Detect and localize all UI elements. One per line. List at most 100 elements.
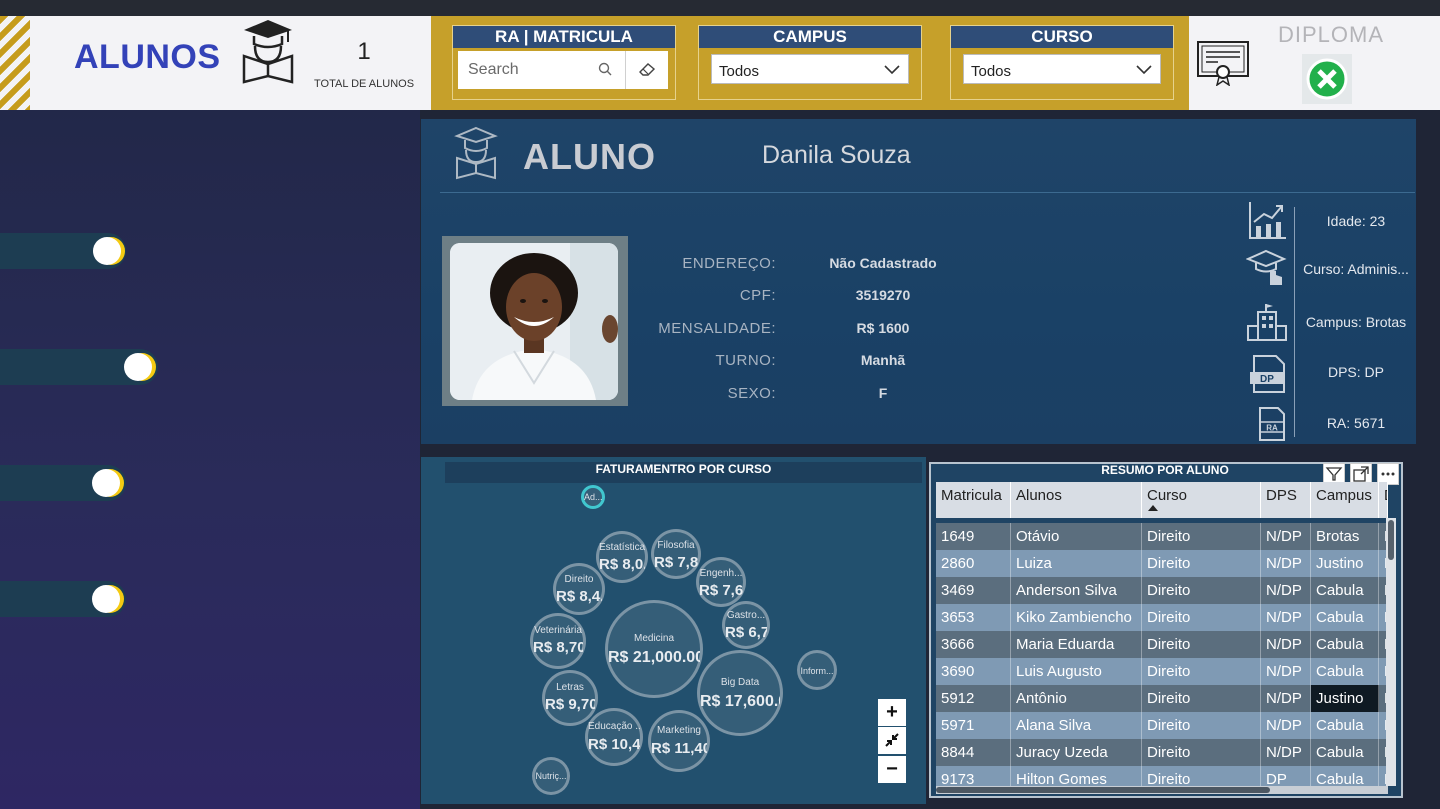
- vertical-scroll-thumb[interactable]: [1388, 520, 1394, 560]
- bubble-gastronomia[interactable]: Gastro... R$ 6,7...: [722, 601, 770, 649]
- expand-icon[interactable]: [1351, 464, 1371, 484]
- bubble-nutricao[interactable]: Nutriç...: [532, 757, 570, 795]
- more-icon[interactable]: [1378, 464, 1398, 484]
- table-row[interactable]: 3469Anderson SilvaDireitoN/DPCabulaD: [936, 577, 1388, 604]
- cell-dps[interactable]: N/DP: [1261, 739, 1311, 766]
- cell-aluno[interactable]: Otávio: [1011, 523, 1142, 550]
- zoom-fit-button[interactable]: [878, 727, 906, 754]
- cell-campus[interactable]: Cabula: [1311, 631, 1379, 658]
- cell-matricula[interactable]: 8844: [936, 739, 1011, 766]
- cell-aluno[interactable]: Anderson Silva: [1011, 577, 1142, 604]
- cell-curso[interactable]: Direito: [1142, 604, 1261, 631]
- cell-matricula[interactable]: 3666: [936, 631, 1011, 658]
- chevron-down-icon[interactable]: [884, 63, 900, 75]
- cell-curso[interactable]: Direito: [1142, 577, 1261, 604]
- table-row[interactable]: 3653Kiko ZambienchoDireitoN/DPCabulaD: [936, 604, 1388, 631]
- cell-campus[interactable]: Brotas: [1311, 523, 1379, 550]
- bubble-veterinaria[interactable]: Veterinária R$ 8,70...: [530, 613, 586, 669]
- chevron-down-icon[interactable]: [1136, 63, 1152, 75]
- nav-toggle-4-knob[interactable]: [92, 585, 120, 613]
- bubble-educacao[interactable]: Educação ... R$ 10,4...: [585, 708, 643, 766]
- cell-campus[interactable]: Justino: [1311, 550, 1379, 577]
- bubble-direito[interactable]: Direito R$ 8,4...: [553, 563, 605, 615]
- cell-campus[interactable]: Cabula: [1311, 658, 1379, 685]
- col-header-dps[interactable]: DPS: [1261, 482, 1311, 518]
- cell-aluno[interactable]: Maria Eduarda: [1011, 631, 1142, 658]
- cell-campus[interactable]: Cabula: [1311, 739, 1379, 766]
- certificate-icon[interactable]: [1196, 40, 1250, 86]
- field-label-mensalidade: MENSALIDADE:: [658, 320, 776, 337]
- ra-search-box[interactable]: Search: [458, 51, 668, 89]
- bubble-administracao[interactable]: Ad...: [581, 485, 605, 509]
- cell-dps[interactable]: N/DP: [1261, 604, 1311, 631]
- table-row[interactable]: 3666Maria EduardaDireitoN/DPCabulaD: [936, 631, 1388, 658]
- nav-toggle-3-knob[interactable]: [92, 469, 120, 497]
- table-row[interactable]: 8844Juracy UzedaDireitoN/DPCabulaD: [936, 739, 1388, 766]
- cell-aluno[interactable]: Alana Silva: [1011, 712, 1142, 739]
- campus-dropdown[interactable]: Todos: [711, 54, 909, 84]
- nav-toggle-1-knob[interactable]: [93, 237, 121, 265]
- campus-filter: CAMPUS Todos: [698, 25, 922, 100]
- svg-text:DP: DP: [1260, 374, 1274, 385]
- cell-dps[interactable]: N/DP: [1261, 631, 1311, 658]
- bubble-marketing[interactable]: Marketing R$ 11,40...: [648, 710, 710, 772]
- col-header-alunos[interactable]: Alunos: [1011, 482, 1142, 518]
- cell-dps[interactable]: N/DP: [1261, 523, 1311, 550]
- cell-aluno[interactable]: Luis Augusto: [1011, 658, 1142, 685]
- cell-matricula[interactable]: 5912: [936, 685, 1011, 712]
- collapse-icon[interactable]: [884, 732, 900, 748]
- cell-campus[interactable]: Cabula: [1311, 712, 1379, 739]
- cell-matricula[interactable]: 1649: [936, 523, 1011, 550]
- search-icon[interactable]: [598, 62, 612, 76]
- cell-matricula[interactable]: 2860: [936, 550, 1011, 577]
- cell-dps[interactable]: N/DP: [1261, 685, 1311, 712]
- bubble-estatistica[interactable]: Estatística R$ 8,0...: [596, 531, 648, 583]
- bubble-filosofia[interactable]: Filosofia R$ 7,8...: [651, 529, 701, 579]
- cell-aluno[interactable]: Juracy Uzeda: [1011, 739, 1142, 766]
- col-header-campus[interactable]: Campus: [1311, 482, 1379, 518]
- cell-curso[interactable]: Direito: [1142, 550, 1261, 577]
- cell-dps[interactable]: N/DP: [1261, 658, 1311, 685]
- cell-matricula[interactable]: 5971: [936, 712, 1011, 739]
- cell-dps[interactable]: N/DP: [1261, 550, 1311, 577]
- zoom-out-button[interactable]: −: [878, 756, 906, 783]
- cell-curso[interactable]: Direito: [1142, 631, 1261, 658]
- col-header-matricula[interactable]: Matricula: [936, 482, 1011, 518]
- table-row[interactable]: 1649OtávioDireitoN/DPBrotasD: [936, 523, 1388, 550]
- cell-dps[interactable]: N/DP: [1261, 577, 1311, 604]
- table-row[interactable]: 5912AntônioDireitoN/DPJustinoD: [936, 685, 1388, 712]
- cell-curso[interactable]: Direito: [1142, 658, 1261, 685]
- cell-matricula[interactable]: 3690: [936, 658, 1011, 685]
- cell-dps[interactable]: N/DP: [1261, 712, 1311, 739]
- bubble-letras[interactable]: Letras R$ 9,70...: [542, 670, 598, 726]
- cell-campus[interactable]: Cabula: [1311, 577, 1379, 604]
- ra-search-input[interactable]: Search: [468, 61, 519, 79]
- curso-dropdown[interactable]: Todos: [963, 54, 1161, 84]
- cell-campus[interactable]: Cabula: [1311, 604, 1379, 631]
- col-header-curso[interactable]: Curso: [1142, 482, 1261, 518]
- bubble-big-data[interactable]: Big Data R$ 17,600.00: [697, 650, 783, 736]
- table-row[interactable]: 2860LuizaDireitoN/DPJustinoD: [936, 550, 1388, 577]
- cell-campus[interactable]: Justino: [1311, 685, 1379, 712]
- diploma-status-x-icon[interactable]: [1302, 54, 1352, 104]
- cell-aluno[interactable]: Luiza: [1011, 550, 1142, 577]
- cell-aluno[interactable]: Kiko Zambiencho: [1011, 604, 1142, 631]
- cell-matricula[interactable]: 3469: [936, 577, 1011, 604]
- filter-icon[interactable]: [1324, 464, 1344, 484]
- table-row[interactable]: 3690Luis AugustoDireitoN/DPCabulaD: [936, 658, 1388, 685]
- zoom-in-button[interactable]: +: [878, 699, 906, 726]
- nav-toggle-2-knob[interactable]: [124, 353, 152, 381]
- bubble-medicina[interactable]: Medicina R$ 21,000.00: [605, 600, 703, 698]
- cell-matricula[interactable]: 3653: [936, 604, 1011, 631]
- cell-curso[interactable]: Direito: [1142, 739, 1261, 766]
- table-row[interactable]: 5971Alana SilvaDireitoN/DPCabulaD: [936, 712, 1388, 739]
- cell-curso[interactable]: Direito: [1142, 685, 1261, 712]
- side-info-idade: Idade: 23: [1326, 213, 1386, 229]
- cell-curso[interactable]: Direito: [1142, 712, 1261, 739]
- cell-aluno[interactable]: Antônio: [1011, 685, 1142, 712]
- bubble-engenharia[interactable]: Engenh... R$ 7,6...: [696, 557, 746, 607]
- horizontal-scroll-thumb[interactable]: [936, 787, 1270, 793]
- eraser-icon[interactable]: [638, 61, 656, 77]
- cell-curso[interactable]: Direito: [1142, 523, 1261, 550]
- bubble-informatica[interactable]: Inform...: [797, 650, 837, 690]
